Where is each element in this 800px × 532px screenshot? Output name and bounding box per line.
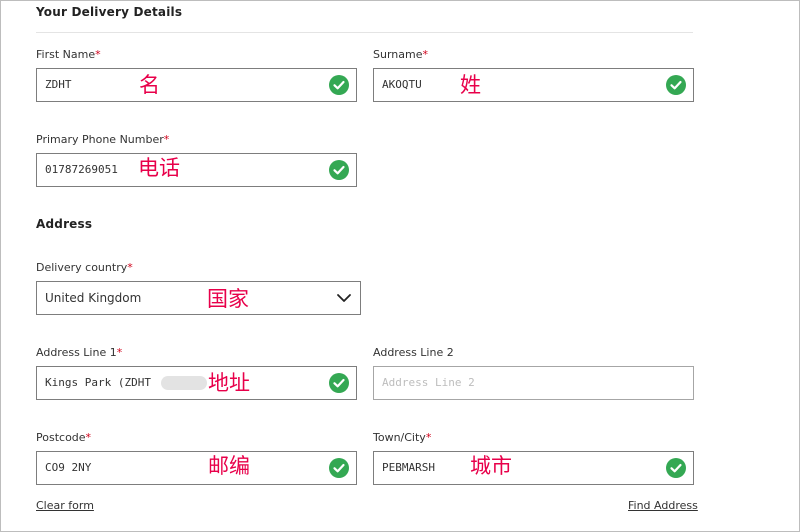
country-value: United Kingdom [45, 291, 142, 305]
first-name-value: ZDHT [45, 78, 72, 91]
town-value: PEBMARSH [382, 461, 435, 474]
phone-field[interactable]: 01787269051 [36, 153, 357, 187]
first-name-annotation: 名 [139, 73, 160, 97]
find-address-link[interactable]: Find Address [628, 499, 698, 512]
town-annotation: 城市 [470, 454, 512, 478]
town-field[interactable]: PEBMARSH [373, 451, 694, 485]
postcode-value: CO9 2NY [45, 461, 92, 474]
section-title: Your Delivery Details [36, 5, 183, 19]
country-annotation: 国家 [207, 287, 249, 311]
address2-field[interactable]: Address Line 2 [373, 366, 694, 400]
surname-field[interactable]: AKOQTU [373, 68, 694, 102]
postcode-field[interactable]: CO9 2NY [36, 451, 357, 485]
chevron-down-icon [337, 294, 351, 302]
phone-annotation: 电话 [138, 156, 180, 180]
section-divider [36, 32, 693, 33]
address1-label: Address Line 1* [36, 346, 123, 359]
country-select[interactable]: United Kingdom [36, 281, 361, 315]
first-name-field[interactable]: ZDHT [36, 68, 357, 102]
check-circle-icon [329, 75, 349, 95]
country-label: Delivery country* [36, 261, 133, 274]
address1-value: Kings Park (ZDHT [45, 376, 151, 389]
redacted-text [161, 376, 207, 390]
postcode-annotation: 邮编 [208, 454, 250, 478]
phone-label: Primary Phone Number* [36, 133, 170, 146]
phone-value: 01787269051 [45, 163, 118, 176]
check-circle-icon [329, 160, 349, 180]
address1-annotation: 地址 [208, 371, 250, 395]
clear-form-link[interactable]: Clear form [36, 499, 94, 512]
town-label: Town/City* [373, 431, 432, 444]
address2-placeholder: Address Line 2 [382, 376, 475, 389]
address2-label: Address Line 2 [373, 346, 454, 359]
first-name-label: First Name* [36, 48, 101, 61]
check-circle-icon [329, 373, 349, 393]
address1-field[interactable]: Kings Park (ZDHT [36, 366, 357, 400]
postcode-label: Postcode* [36, 431, 92, 444]
surname-label: Surname* [373, 48, 428, 61]
surname-value: AKOQTU [382, 78, 422, 91]
address-section-title: Address [36, 217, 93, 231]
check-circle-icon [329, 458, 349, 478]
check-circle-icon [666, 75, 686, 95]
check-circle-icon [666, 458, 686, 478]
surname-annotation: 姓 [460, 73, 481, 97]
